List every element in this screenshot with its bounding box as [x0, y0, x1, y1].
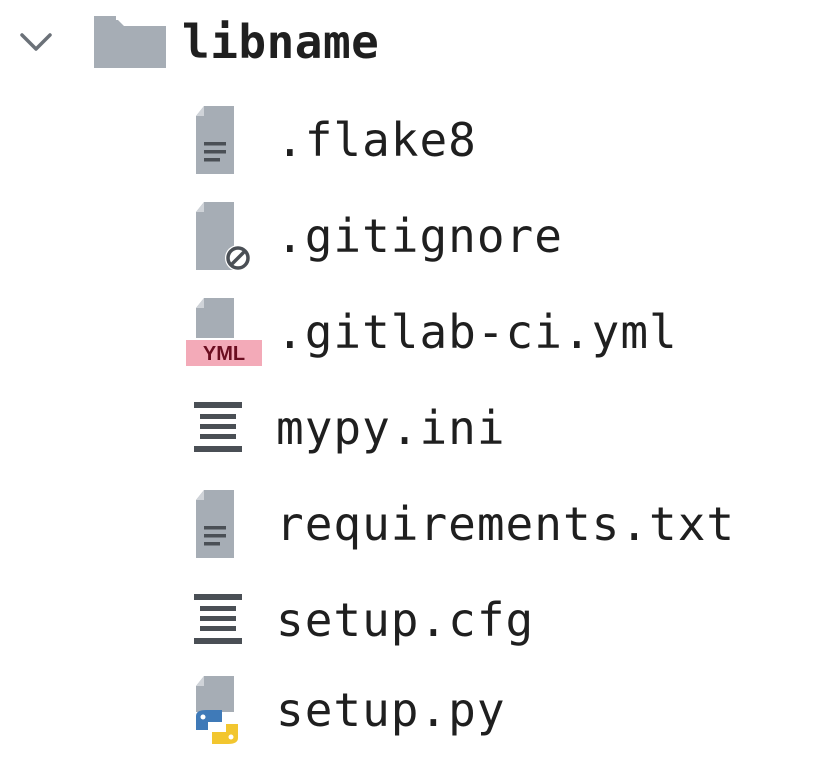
- tree-item-label: requirements.txt: [276, 497, 736, 551]
- tree-root-label: libname: [182, 15, 380, 69]
- python-file-icon: [186, 672, 262, 748]
- tree-item-requirements-txt[interactable]: requirements.txt: [186, 476, 735, 572]
- chevron-down-icon[interactable]: [6, 12, 66, 72]
- tree-item-label: .gitignore: [276, 209, 563, 263]
- tree-item-gitlab-ci-yml[interactable]: YML .gitlab-ci.yml: [186, 284, 678, 380]
- yml-badge-text: YML: [203, 343, 245, 365]
- yml-file-icon: YML: [186, 294, 262, 370]
- tree-item-setup-py[interactable]: setup.py: [186, 662, 506, 758]
- text-file-icon: [186, 486, 262, 562]
- tree-item-mypy-ini[interactable]: mypy.ini: [186, 380, 506, 476]
- config-file-icon: [186, 390, 262, 466]
- tree-item-label: mypy.ini: [276, 401, 506, 455]
- config-file-icon: [186, 582, 262, 658]
- tree-item-gitignore[interactable]: .gitignore: [186, 188, 563, 284]
- tree-item-label: .flake8: [276, 113, 477, 167]
- folder-icon: [92, 14, 168, 70]
- tree-item-setup-cfg[interactable]: setup.cfg: [186, 572, 534, 668]
- tree-item-label: setup.py: [276, 683, 506, 737]
- tree-item-label: setup.cfg: [276, 593, 535, 647]
- tree-item-flake8[interactable]: .flake8: [186, 92, 477, 188]
- project-tree: libname .flake8 .gitignore YML .gitlab-c…: [0, 0, 830, 755]
- tree-root-libname[interactable]: libname: [0, 0, 379, 84]
- text-file-icon: [186, 102, 262, 178]
- gitignore-file-icon: [186, 198, 262, 274]
- tree-item-label: .gitlab-ci.yml: [276, 305, 678, 359]
